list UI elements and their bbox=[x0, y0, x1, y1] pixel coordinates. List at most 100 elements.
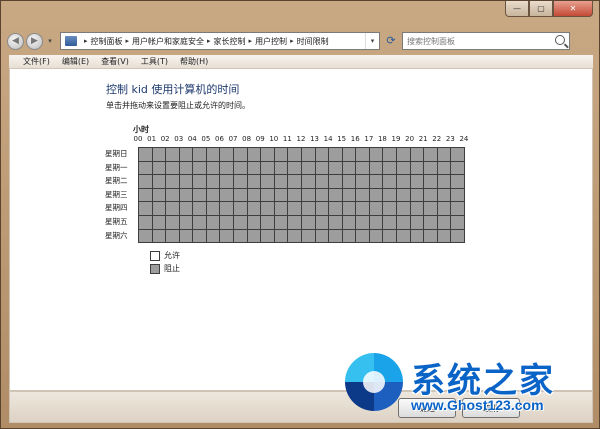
time-cell[interactable] bbox=[165, 174, 180, 189]
time-cell[interactable] bbox=[260, 228, 275, 244]
time-cell[interactable] bbox=[273, 201, 289, 216]
time-cell[interactable] bbox=[246, 201, 262, 216]
time-cell[interactable] bbox=[341, 160, 357, 176]
time-cell[interactable] bbox=[300, 174, 316, 189]
time-cell[interactable] bbox=[205, 201, 221, 216]
time-cell[interactable] bbox=[138, 174, 153, 189]
time-cell[interactable] bbox=[395, 160, 411, 176]
time-cell[interactable] bbox=[260, 147, 275, 162]
time-cell[interactable] bbox=[219, 201, 235, 216]
time-grid[interactable] bbox=[138, 147, 465, 244]
time-cell[interactable] bbox=[246, 147, 262, 162]
time-cell[interactable] bbox=[233, 201, 248, 216]
time-cell[interactable] bbox=[368, 174, 384, 189]
time-cell[interactable] bbox=[382, 214, 397, 230]
time-cell[interactable] bbox=[178, 160, 194, 176]
time-cell[interactable] bbox=[368, 160, 384, 176]
recent-pages-dropdown[interactable]: ▾ bbox=[45, 37, 55, 45]
time-cell[interactable] bbox=[423, 147, 438, 162]
time-cell[interactable] bbox=[233, 214, 248, 230]
time-cell[interactable] bbox=[409, 174, 425, 189]
time-cell[interactable] bbox=[328, 147, 343, 162]
time-cell[interactable] bbox=[138, 160, 153, 176]
time-cell[interactable] bbox=[395, 228, 411, 244]
time-cell[interactable] bbox=[450, 147, 465, 162]
time-cell[interactable] bbox=[287, 228, 302, 244]
time-cell[interactable] bbox=[314, 201, 330, 216]
time-cell[interactable] bbox=[328, 187, 343, 203]
time-cell[interactable] bbox=[328, 214, 343, 230]
time-cell[interactable] bbox=[450, 174, 465, 189]
time-cell[interactable] bbox=[138, 228, 153, 244]
close-button[interactable]: ✕ bbox=[553, 1, 593, 17]
time-cell[interactable] bbox=[355, 147, 370, 162]
time-cell[interactable] bbox=[138, 147, 153, 162]
time-cell[interactable] bbox=[314, 187, 330, 203]
time-cell[interactable] bbox=[395, 201, 411, 216]
time-cell[interactable] bbox=[192, 174, 207, 189]
time-cell[interactable] bbox=[178, 187, 194, 203]
time-cell[interactable] bbox=[273, 214, 289, 230]
time-cell[interactable] bbox=[355, 214, 370, 230]
time-cell[interactable] bbox=[300, 160, 316, 176]
time-cell[interactable] bbox=[328, 174, 343, 189]
time-cell[interactable] bbox=[219, 187, 235, 203]
search-box[interactable]: 搜索控制面板 bbox=[402, 32, 570, 50]
time-cell[interactable] bbox=[450, 214, 465, 230]
time-cell[interactable] bbox=[192, 214, 207, 230]
menu-edit[interactable]: 编辑(E) bbox=[62, 56, 89, 67]
time-cell[interactable] bbox=[382, 147, 397, 162]
time-cell[interactable] bbox=[328, 228, 343, 244]
time-cell[interactable] bbox=[246, 214, 262, 230]
time-cell[interactable] bbox=[246, 160, 262, 176]
refresh-icon[interactable]: ⟳ bbox=[382, 32, 400, 50]
time-cell[interactable] bbox=[138, 201, 153, 216]
time-cell[interactable] bbox=[205, 160, 221, 176]
time-cell[interactable] bbox=[165, 214, 180, 230]
time-cell[interactable] bbox=[423, 160, 438, 176]
time-cell[interactable] bbox=[436, 147, 452, 162]
time-cell[interactable] bbox=[219, 228, 235, 244]
back-button[interactable]: ◀ bbox=[7, 32, 24, 50]
time-cell[interactable] bbox=[368, 228, 384, 244]
time-cell[interactable] bbox=[178, 147, 194, 162]
time-cell[interactable] bbox=[233, 174, 248, 189]
time-cell[interactable] bbox=[382, 160, 397, 176]
time-cell[interactable] bbox=[233, 228, 248, 244]
time-cell[interactable] bbox=[192, 147, 207, 162]
time-cell[interactable] bbox=[178, 228, 194, 244]
time-cell[interactable] bbox=[355, 174, 370, 189]
breadcrumb-user-controls[interactable]: 用户控制 bbox=[255, 36, 287, 47]
menu-file[interactable]: 文件(F) bbox=[23, 56, 50, 67]
time-cell[interactable] bbox=[138, 187, 153, 203]
time-cell[interactable] bbox=[328, 201, 343, 216]
time-cell[interactable] bbox=[151, 187, 167, 203]
time-cell[interactable] bbox=[423, 228, 438, 244]
time-cell[interactable] bbox=[165, 201, 180, 216]
time-cell[interactable] bbox=[423, 187, 438, 203]
time-cell[interactable] bbox=[287, 201, 302, 216]
time-cell[interactable] bbox=[287, 147, 302, 162]
chevron-right-icon[interactable]: ▸ bbox=[84, 37, 88, 45]
time-cell[interactable] bbox=[355, 228, 370, 244]
time-cell[interactable] bbox=[287, 214, 302, 230]
time-cell[interactable] bbox=[395, 147, 411, 162]
time-cell[interactable] bbox=[314, 228, 330, 244]
time-cell[interactable] bbox=[314, 160, 330, 176]
breadcrumb-parental-controls[interactable]: 家长控制 bbox=[214, 36, 246, 47]
time-cell[interactable] bbox=[450, 187, 465, 203]
forward-button[interactable]: ▶ bbox=[26, 32, 43, 50]
time-cell[interactable] bbox=[436, 160, 452, 176]
time-cell[interactable] bbox=[395, 187, 411, 203]
time-cell[interactable] bbox=[233, 187, 248, 203]
time-cell[interactable] bbox=[409, 187, 425, 203]
menu-help[interactable]: 帮助(H) bbox=[180, 56, 208, 67]
time-cell[interactable] bbox=[395, 214, 411, 230]
time-cell[interactable] bbox=[273, 228, 289, 244]
time-cell[interactable] bbox=[341, 214, 357, 230]
breadcrumb-control-panel[interactable]: 控制面板 bbox=[91, 36, 123, 47]
time-cell[interactable] bbox=[300, 147, 316, 162]
time-cell[interactable] bbox=[178, 214, 194, 230]
time-cell[interactable] bbox=[382, 201, 397, 216]
chevron-right-icon[interactable]: ▸ bbox=[249, 37, 253, 45]
